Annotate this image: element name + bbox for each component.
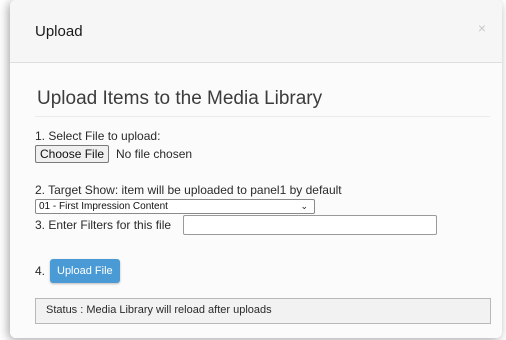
target-show-selected-value: 01 - First Impression Content <box>39 201 168 212</box>
choose-file-button[interactable]: Choose File <box>35 145 110 163</box>
status-text: Status : Media Library will reload after… <box>46 304 272 316</box>
heading-divider <box>35 116 490 117</box>
close-icon[interactable]: × <box>478 20 486 36</box>
target-show-select[interactable]: 01 - First Impression Content ⌄ <box>35 199 315 214</box>
chevron-down-icon: ⌄ <box>300 201 308 211</box>
modal-body: Upload Items to the Media Library 1. Sel… <box>10 63 502 338</box>
modal-header: Upload × <box>10 0 502 63</box>
step1-label: 1. Select File to upload: <box>35 129 161 143</box>
file-chosen-status: No file chosen <box>116 147 193 161</box>
filters-input[interactable] <box>183 215 437 235</box>
upload-modal: Upload × Upload Items to the Media Libra… <box>10 0 502 338</box>
step4-label: 4. <box>35 264 46 278</box>
upload-file-button[interactable]: Upload File <box>50 259 120 283</box>
modal-title: Upload <box>35 23 83 40</box>
status-box: Status : Media Library will reload after… <box>35 298 491 324</box>
step2-label: 2. Target Show: item will be uploaded to… <box>35 183 342 197</box>
section-heading: Upload Items to the Media Library <box>37 88 323 109</box>
step3-label: 3. Enter Filters for this file <box>35 218 172 232</box>
